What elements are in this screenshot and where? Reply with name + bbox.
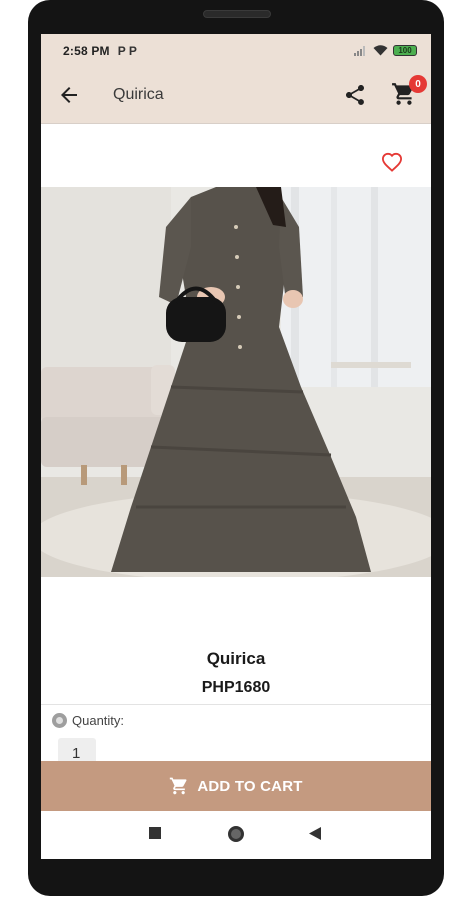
product-photo xyxy=(41,187,431,577)
quantity-label: Quantity: xyxy=(72,713,125,728)
product-price: PHP1680 xyxy=(201,679,271,696)
phone-frame: 2:58 PM P P 100 Quirica 0 Quirica PHP168… xyxy=(28,0,444,896)
heart-outline-icon[interactable] xyxy=(381,152,403,172)
product-name: Quirica xyxy=(206,649,266,668)
add-to-cart-button[interactable]: ADD TO CART xyxy=(41,761,431,811)
notification-icons: P P xyxy=(117,43,137,58)
add-to-cart-label: ADD TO CART xyxy=(197,777,303,795)
cart-icon xyxy=(170,777,187,795)
share-icon[interactable] xyxy=(343,82,367,108)
status-right-icons: 100 xyxy=(354,45,417,56)
battery-icon: 100 xyxy=(393,45,417,56)
square-icon[interactable] xyxy=(149,827,161,839)
status-time: 2:58 PM xyxy=(63,43,110,58)
app-toolbar: Quirica 0 xyxy=(41,67,431,123)
circle-icon[interactable] xyxy=(227,825,245,843)
cart-count-badge: 0 xyxy=(409,75,427,93)
quantity-radio-icon[interactable] xyxy=(52,713,67,728)
page-title: Quirica xyxy=(113,86,164,103)
app-screen: 2:58 PM P P 100 Quirica 0 Quirica PHP168… xyxy=(41,34,431,859)
content-divider xyxy=(41,704,431,705)
triangle-back-icon[interactable] xyxy=(309,827,321,840)
toolbar-divider xyxy=(41,123,431,124)
phone-speaker xyxy=(203,10,271,18)
quantity-row: Quantity: xyxy=(52,713,124,728)
product-image[interactable] xyxy=(41,187,431,577)
signal-icon xyxy=(354,45,365,56)
status-bar: 2:58 PM P P 100 xyxy=(41,34,431,67)
arrow-back-icon[interactable] xyxy=(56,83,82,107)
system-nav-bar xyxy=(41,811,431,859)
wifi-icon xyxy=(373,45,388,56)
